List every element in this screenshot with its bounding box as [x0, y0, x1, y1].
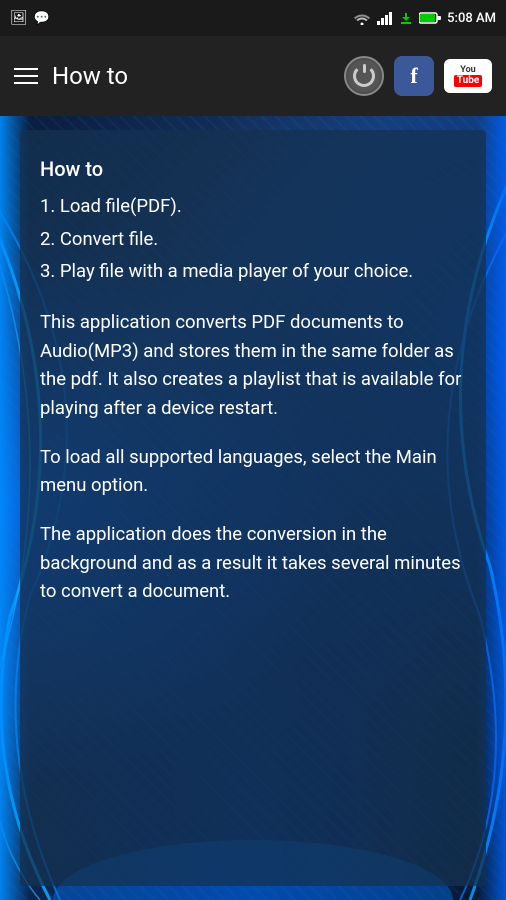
status-bar-left: 🖼 💬	[10, 10, 50, 26]
status-bar: 🖼 💬 5:08 AM	[0, 0, 506, 36]
download-icon	[399, 11, 413, 25]
photo-icon: 🖼	[10, 10, 28, 26]
status-bar-right: 5:08 AM	[353, 11, 496, 26]
wifi-icon	[353, 11, 371, 25]
paragraph-1: This application converts PDF documents …	[40, 308, 466, 423]
app-title: How to	[52, 62, 330, 90]
signal-icon	[377, 11, 393, 25]
content-title: How to	[40, 154, 466, 184]
time-display: 5:08 AM	[447, 11, 496, 26]
power-button[interactable]	[344, 56, 384, 96]
step-1: 1. Load file(PDF).	[40, 192, 466, 221]
content-body: How to 1. Load file(PDF). 2. Convert fil…	[40, 154, 466, 606]
facebook-button[interactable]: f	[394, 56, 434, 96]
content-card: How to 1. Load file(PDF). 2. Convert fil…	[20, 130, 486, 886]
message-icon: 💬	[34, 11, 50, 26]
youtube-button[interactable]: You Tube	[444, 59, 492, 93]
how-to-section: How to 1. Load file(PDF). 2. Convert fil…	[40, 154, 466, 286]
app-bar: How to f You Tube	[0, 36, 506, 116]
toolbar-icons: f You Tube	[344, 56, 492, 96]
hamburger-menu-button[interactable]	[14, 68, 38, 84]
main-content: How to 1. Load file(PDF). 2. Convert fil…	[0, 116, 506, 900]
paragraph-2: To load all supported languages, select …	[40, 443, 466, 500]
paragraph-3: The application does the conversion in t…	[40, 520, 466, 606]
step-2: 2. Convert file.	[40, 225, 466, 254]
step-3: 3. Play file with a media player of your…	[40, 257, 466, 286]
battery-icon	[419, 12, 441, 24]
